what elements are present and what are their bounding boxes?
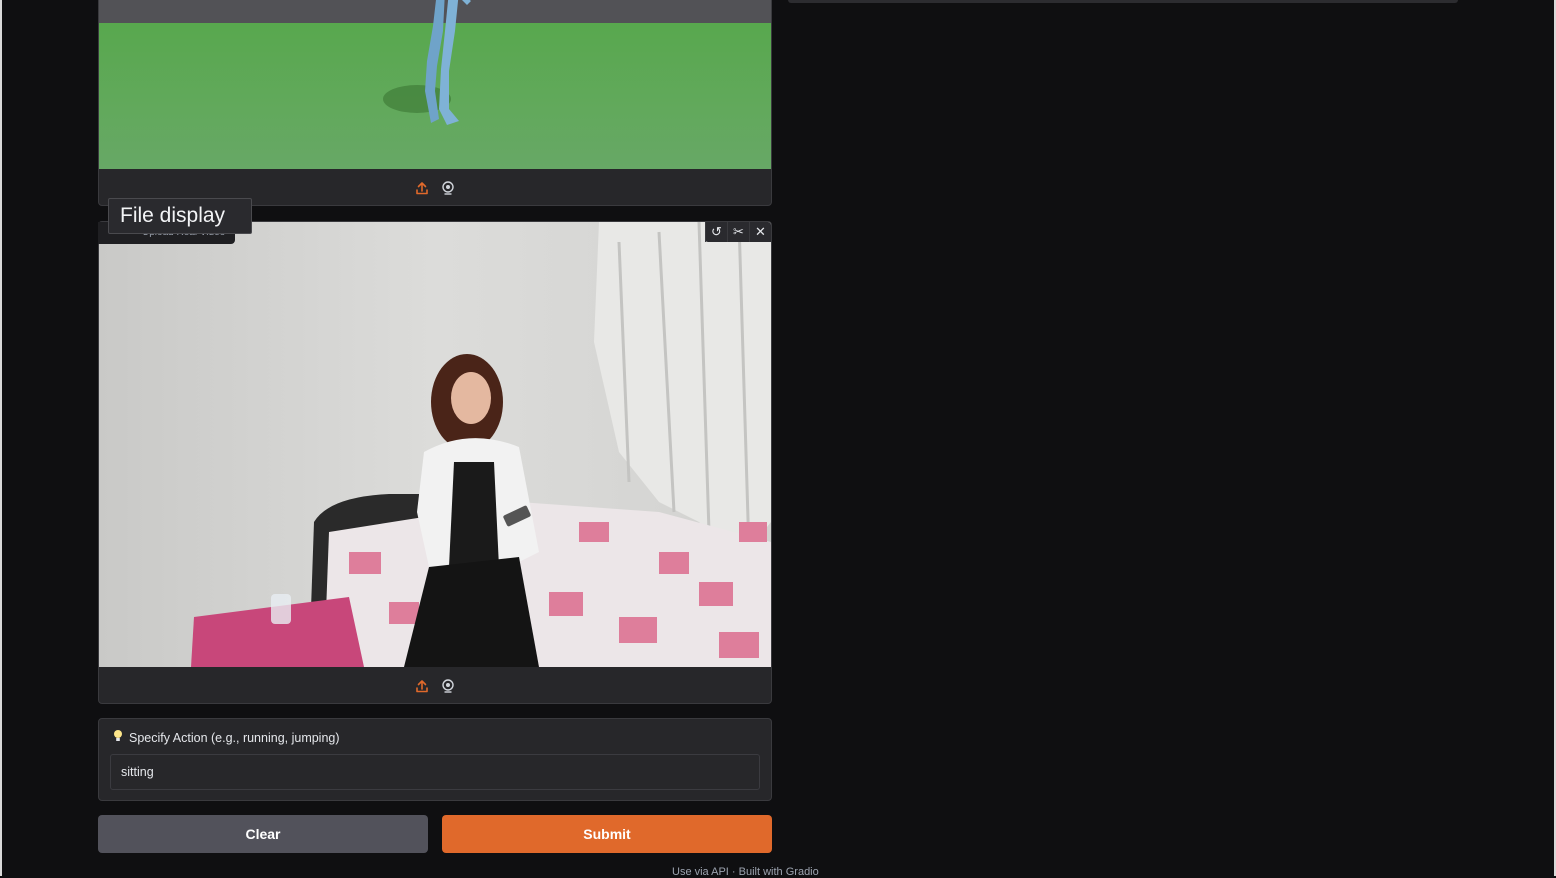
webcam-icon[interactable] <box>440 180 456 196</box>
webcam-icon[interactable] <box>440 678 456 694</box>
output-panel-edge <box>788 0 1458 3</box>
undo-icon[interactable]: ↺ <box>705 222 727 242</box>
submit-button[interactable]: Submit <box>442 815 772 853</box>
trim-scissors-icon[interactable]: ✂ <box>727 222 749 242</box>
action-label-text: Specify Action (e.g., running, jumping) <box>129 730 340 745</box>
lightbulb-icon <box>113 729 123 746</box>
video-frame-scene <box>99 222 771 667</box>
footer-separator: · <box>731 866 739 878</box>
reference-video-panel <box>98 0 772 206</box>
upload-icon[interactable] <box>414 180 430 196</box>
reference-video-player[interactable] <box>99 0 771 169</box>
footer-gradio-link[interactable]: Built with Gradio <box>739 866 819 878</box>
action-input-panel: Specify Action (e.g., running, jumping) <box>98 718 772 801</box>
file-display-tooltip: File display <box>108 198 252 234</box>
avatar-figure <box>383 0 471 125</box>
screen-frame-left <box>0 0 2 876</box>
video-controls: ↺ ✂ ✕ <box>705 222 771 242</box>
upload-icon[interactable] <box>414 678 430 694</box>
footer: Use via API · Built with Gradio <box>672 866 819 878</box>
action-field-label: Specify Action (e.g., running, jumping) <box>113 729 340 746</box>
close-icon[interactable]: ✕ <box>749 222 771 242</box>
real-video-panel: ↺ ✂ ✕ <box>98 221 772 704</box>
real-video-toolbar <box>99 667 771 703</box>
real-video-player[interactable] <box>99 222 771 667</box>
footer-api-link[interactable]: Use via API <box>672 866 729 878</box>
clear-button[interactable]: Clear <box>98 815 428 853</box>
action-input[interactable] <box>110 754 760 790</box>
